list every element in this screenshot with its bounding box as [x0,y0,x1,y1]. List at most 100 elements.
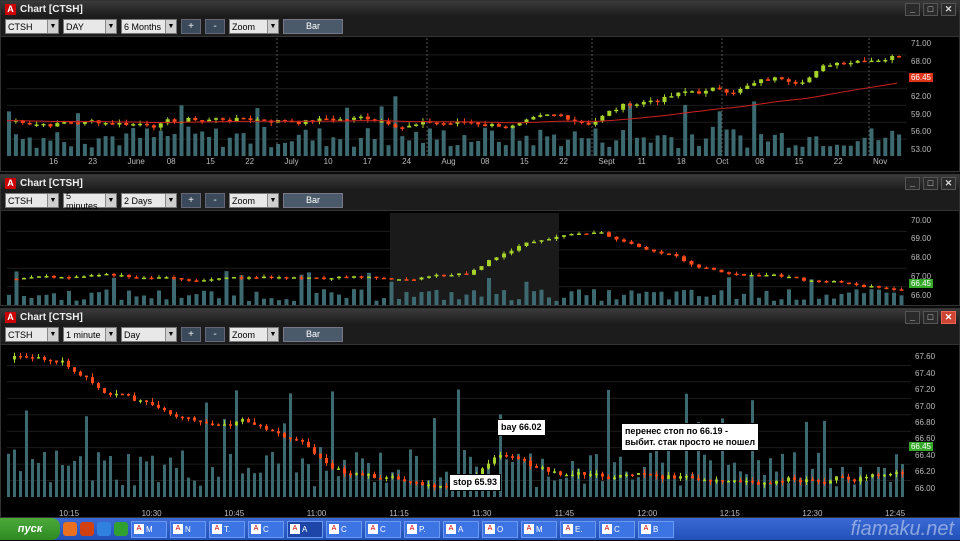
close-icon[interactable]: ✕ [941,2,956,16]
candle-body [322,277,326,280]
close-icon[interactable]: ✕ [941,176,956,190]
daily-price-chart[interactable] [7,38,937,156]
interval-select[interactable]: DAY ▼ [63,19,117,34]
candle-body [901,472,904,474]
candle-body [449,275,454,277]
candle-body [67,360,70,368]
volume-bar [709,460,712,497]
zoom-in-button[interactable]: + [181,193,201,208]
taskbar-item-label: B [653,524,659,534]
zoom-out-button[interactable]: - [205,193,225,208]
symbol-select[interactable]: CTSH ▼ [5,327,59,342]
taskbar-item-label: T. [224,524,231,534]
candle-body [793,477,796,480]
candle-body [145,400,148,403]
volume-bar [869,128,874,156]
app-icon: A [563,524,573,534]
candle-body [541,467,544,469]
volume-bar [337,294,341,305]
symbol-select[interactable]: CTSH ▼ [5,19,59,34]
range-select[interactable]: Day ▼ [121,327,177,342]
quicklaunch-icon[interactable] [114,522,128,536]
volume-bar [427,128,432,156]
chart-type-button[interactable]: Bar [283,327,343,342]
taskbar-item[interactable]: AN [170,520,206,538]
volume-bar [802,299,806,305]
taskbar-item[interactable]: A T. [209,520,245,538]
minimize-icon[interactable]: _ [905,310,920,324]
candle-body [807,77,812,83]
volume-bar [193,133,198,156]
candle-body [877,474,880,476]
volume-bar [104,289,109,305]
taskbar-item[interactable]: AA [443,520,479,538]
quicklaunch-icon[interactable] [97,522,111,536]
taskbar-item[interactable]: AC [326,520,362,538]
title-bar[interactable]: A Chart [CTSH] _ □ ✕ [1,309,959,325]
maximize-icon[interactable]: □ [923,176,938,190]
volume-bar [211,467,214,497]
volume-bar [538,129,543,156]
candle-body [164,277,169,279]
volume-bar [379,452,382,497]
candle-body [55,123,60,127]
maximize-icon[interactable]: □ [923,310,938,324]
taskbar-item[interactable]: AC [365,520,401,538]
candle-body [157,404,160,408]
minimize-icon[interactable]: _ [905,176,920,190]
volume-bar [186,126,191,156]
quicklaunch-icon[interactable] [63,522,77,536]
volume-bar [449,292,454,305]
taskbar-item[interactable]: A P. [404,520,440,538]
minimize-icon[interactable]: _ [905,2,920,16]
volume-bar [490,130,494,156]
taskbar-item[interactable]: AM [521,520,557,538]
taskbar-item[interactable]: AB [638,520,674,538]
title-bar[interactable]: A Chart [CTSH] _ □ ✕ [1,1,959,17]
quicklaunch-icon[interactable] [80,522,94,536]
y-tick-label: 67.20 [915,385,936,395]
candle-body [476,122,481,125]
taskbar-item[interactable]: AA [287,520,323,538]
zoom-out-button[interactable]: - [205,327,225,342]
taskbar-item[interactable]: AM [131,520,167,538]
volume-bar [207,136,212,156]
range-select[interactable]: 6 Months ▼ [121,19,177,34]
candle-body [832,280,836,283]
volume-bar [96,138,101,156]
zoom-select[interactable]: Zoom ▼ [229,193,279,208]
zoom-select[interactable]: Zoom ▼ [229,327,279,342]
candle-body [679,476,682,479]
zoom-out-button[interactable]: - [205,19,225,34]
volume-bar [817,298,821,305]
volume-bar [296,134,301,156]
taskbar-item[interactable]: AC [248,520,284,538]
volume-bar [835,144,839,156]
chart-type-button[interactable]: Bar [283,193,343,208]
title-bar[interactable]: A Chart [CTSH] _ □ ✕ [1,175,959,191]
candle-body [448,123,453,125]
chart-type-button[interactable]: Bar [283,19,343,34]
volume-bar [853,484,856,497]
candle-body [599,232,604,234]
zoom-select[interactable]: Zoom ▼ [229,19,279,34]
interval-select[interactable]: 1 minute ▼ [63,327,117,342]
close-icon[interactable]: ✕ [941,310,956,324]
range-select[interactable]: 2 Days ▼ [121,193,177,208]
taskbar-item[interactable]: AO [482,520,518,538]
candle-body [629,241,634,244]
taskbar-item[interactable]: AC [599,520,635,538]
intraday-5min-chart[interactable] [7,213,907,305]
zoom-in-button[interactable]: + [181,19,201,34]
symbol-select[interactable]: CTSH ▼ [5,193,59,208]
candle-body [786,79,791,82]
zoom-in-button[interactable]: + [181,327,201,342]
candle-body [277,277,281,279]
volume-bar [524,281,529,305]
maximize-icon[interactable]: □ [923,2,938,16]
volume-bar [794,299,799,305]
volume-bar [271,452,274,497]
taskbar-item[interactable]: A E. [560,520,596,538]
start-button[interactable]: пуск [0,518,60,540]
interval-select[interactable]: 5 minutes ▼ [63,191,117,211]
